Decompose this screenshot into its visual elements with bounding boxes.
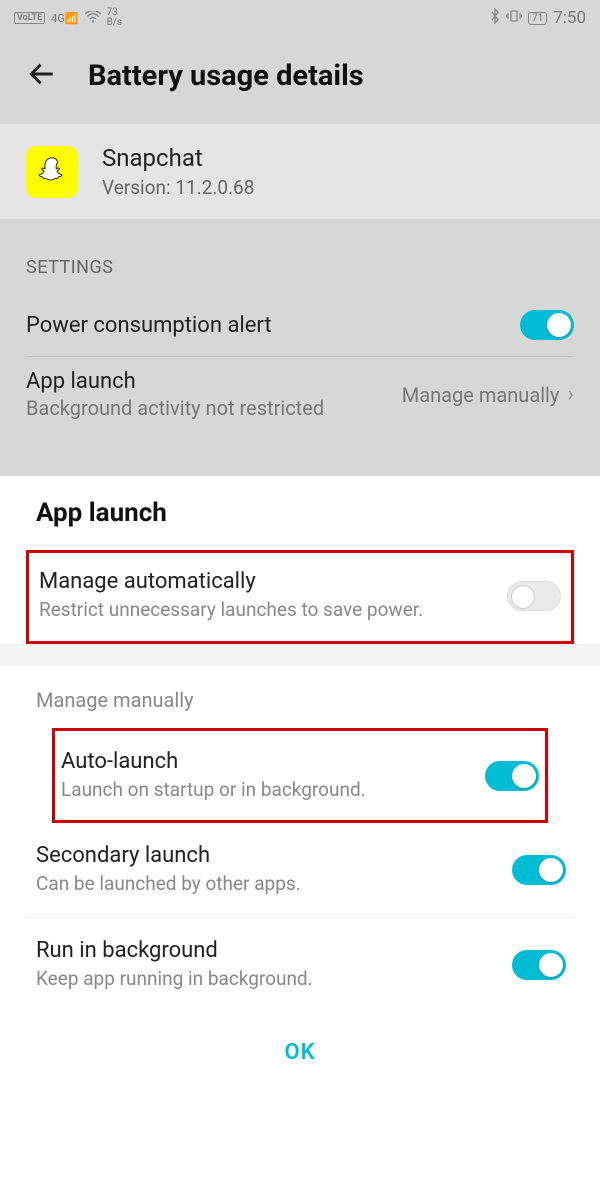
ok-button[interactable]: OK [0, 1012, 600, 1085]
app-launch-sub: Background activity not restricted [26, 396, 324, 420]
run-in-background-row[interactable]: Run in background Keep app running in ba… [26, 917, 574, 1012]
manage-auto-title: Manage automatically [39, 569, 491, 594]
run-bg-desc: Keep app running in background. [36, 967, 496, 992]
manage-auto-toggle[interactable] [507, 581, 561, 611]
clock: 7:50 [553, 8, 586, 28]
divider [0, 644, 600, 666]
auto-launch-title: Auto-launch [61, 749, 469, 774]
volte-icon: VoLTE [14, 12, 45, 24]
power-alert-toggle[interactable] [520, 310, 574, 340]
signal-icon: 4G📶 [51, 12, 78, 25]
manage-automatically-row[interactable]: Manage automatically Restrict unnecessar… [29, 553, 571, 641]
app-info-row: Snapchat Version: 11.2.0.68 [0, 124, 600, 219]
app-launch-row[interactable]: App launch Background activity not restr… [0, 357, 600, 420]
bluetooth-icon [490, 8, 500, 28]
settings-section-label: SETTINGS [0, 219, 600, 296]
power-alert-label: Power consumption alert [26, 313, 272, 338]
app-launch-sheet: App launch Manage automatically Restrict… [0, 476, 600, 1184]
app-name: Snapchat [102, 144, 254, 172]
snapchat-icon [26, 146, 78, 198]
auto-launch-toggle[interactable] [485, 761, 539, 791]
chevron-right-icon: › [567, 382, 574, 407]
page-title: Battery usage details [88, 59, 364, 93]
vibrate-icon [506, 9, 522, 27]
auto-launch-row[interactable]: Auto-launch Launch on startup or in back… [55, 731, 545, 821]
manage-auto-desc: Restrict unnecessary launches to save po… [39, 598, 491, 623]
manage-manually-label: Manage manually [0, 666, 600, 728]
header: Battery usage details [0, 36, 600, 124]
run-bg-title: Run in background [36, 938, 496, 963]
sheet-title: App launch [0, 476, 600, 550]
status-bar: VoLTE 4G📶 73B/s 71 7:50 [0, 0, 600, 36]
secondary-launch-desc: Can be launched by other apps. [36, 872, 496, 897]
app-launch-title: App launch [26, 369, 324, 394]
power-consumption-alert-row[interactable]: Power consumption alert [0, 296, 600, 356]
back-icon[interactable] [26, 58, 58, 94]
wifi-icon [85, 9, 101, 27]
app-version: Version: 11.2.0.68 [102, 176, 254, 199]
data-rate: 73B/s [107, 8, 123, 28]
battery-icon: 71 [528, 12, 547, 25]
highlight-manage-automatically: Manage automatically Restrict unnecessar… [26, 550, 574, 644]
app-launch-action: Manage manually [402, 383, 560, 407]
auto-launch-desc: Launch on startup or in background. [61, 778, 469, 803]
secondary-launch-title: Secondary launch [36, 843, 496, 868]
secondary-launch-toggle[interactable] [512, 855, 566, 885]
secondary-launch-row[interactable]: Secondary launch Can be launched by othe… [26, 823, 574, 917]
highlight-auto-launch: Auto-launch Launch on startup or in back… [52, 728, 548, 824]
run-bg-toggle[interactable] [512, 950, 566, 980]
